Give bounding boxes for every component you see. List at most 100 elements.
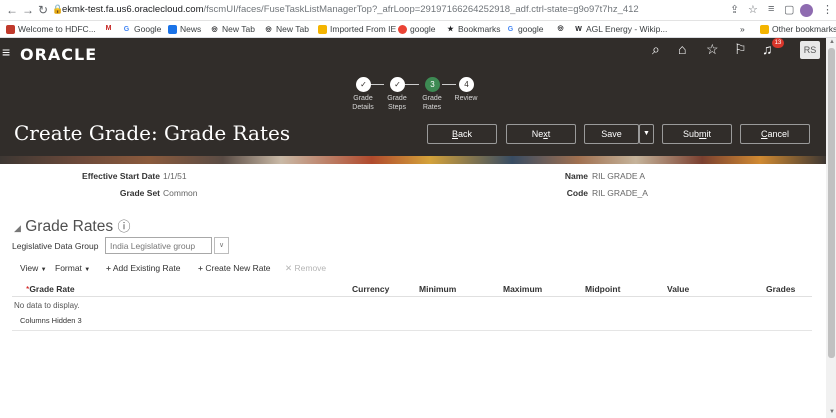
format-menu[interactable]: Format ▼ <box>55 263 90 273</box>
profile-icon[interactable] <box>800 4 813 17</box>
train-label-review: Review <box>446 94 486 103</box>
bookmark-item[interactable]: ◎ <box>556 24 565 33</box>
column-maximum[interactable]: Maximum <box>503 284 542 294</box>
bookmark-item[interactable]: ★ Bookmarks <box>446 24 501 34</box>
code-value: RIL GRADE_A <box>592 188 648 198</box>
add-existing-label: Add Existing Rate <box>112 263 181 273</box>
bookmark-label: AGL Energy - Wikip... <box>586 24 668 34</box>
forward-arrow-icon[interactable]: → <box>22 3 34 17</box>
bookmark-item[interactable]: W AGL Energy - Wikip... <box>574 24 667 34</box>
train-step-done-check-icon[interactable]: ✓ <box>356 77 371 92</box>
reload-icon[interactable]: ↻ <box>38 3 48 17</box>
section-header[interactable]: ◢ Grade Rates ⓘ <box>14 216 130 236</box>
column-midpoint[interactable]: Midpoint <box>585 284 620 294</box>
code-label: Code <box>566 188 588 198</box>
star-icon[interactable]: ☆ <box>748 3 758 16</box>
hamburger-menu-icon[interactable]: ≡ <box>2 44 10 60</box>
scrollbar-thumb[interactable] <box>828 48 835 358</box>
train-label-line: Grade <box>387 95 407 102</box>
effective-start-date-label: Effective Start Date <box>82 171 160 181</box>
bookmark-item[interactable]: News <box>168 24 201 34</box>
menu-kebab-icon[interactable]: ⋮ <box>822 3 833 16</box>
bookmark-hdfc-icon <box>6 24 15 34</box>
avatar[interactable]: RS <box>800 41 820 59</box>
back-arrow-icon[interactable]: ← <box>6 3 18 17</box>
column-label: Grade Rate <box>29 284 75 294</box>
collapse-triangle-icon[interactable]: ◢ <box>14 223 21 233</box>
home-icon[interactable]: ⌂ <box>678 41 686 57</box>
google-icon: G <box>122 24 131 34</box>
plus-icon: + <box>198 263 203 273</box>
train-label-line: Rates <box>422 104 442 111</box>
scroll-up-arrow-icon[interactable]: ▲ <box>829 39 835 45</box>
bookmark-label: New Tab <box>276 24 309 34</box>
save-dropdown-chevron-icon[interactable]: ▼ <box>639 124 654 144</box>
ldg-dropdown-chevron-icon[interactable]: ∨ <box>214 237 229 254</box>
train-step-current[interactable]: 3 <box>425 77 440 92</box>
columns-hidden-count: 3 <box>77 316 82 325</box>
train-step-done-check-icon[interactable]: ✓ <box>390 77 405 92</box>
remove-button[interactable]: ✕ Remove <box>285 263 326 274</box>
notifications-bell-icon[interactable]: ♫ <box>762 41 773 57</box>
plus-icon: + <box>106 263 111 273</box>
column-value[interactable]: Value <box>667 284 689 294</box>
add-existing-rate-button[interactable]: + Add Existing Rate <box>106 263 180 273</box>
bookmark-item[interactable]: M <box>104 24 113 33</box>
view-menu[interactable]: View ▼ <box>20 263 47 273</box>
train-label-line: Review <box>454 95 478 102</box>
bookmark-label: Imported From IE <box>330 24 397 34</box>
page-title: Create Grade: Grade Rates <box>14 121 291 145</box>
sidepanel-icon[interactable]: ▢ <box>784 3 794 16</box>
btn-mnemonic: m <box>699 129 707 139</box>
decorative-banner <box>0 156 826 164</box>
other-bookmarks[interactable]: Other bookmarks <box>760 24 836 34</box>
oracle-header: ≡ ORACLE ⌕ ⌂ ☆ ⚐ ♫ 13 RS ✓ ✓ 3 4 Grade De… <box>0 38 826 156</box>
watchlist-flag-icon[interactable]: ⚐ <box>734 41 747 58</box>
bookmark-item[interactable]: Imported From IE <box>318 24 396 34</box>
cancel-button[interactable]: Cancel <box>740 124 810 144</box>
column-currency[interactable]: Currency <box>352 284 389 294</box>
column-grades[interactable]: Grades <box>766 284 795 294</box>
help-icon[interactable]: ⓘ <box>117 219 130 234</box>
address-bar[interactable]: ekmk-test.fa.us6.oraclecloud.com/fscmUI/… <box>62 4 639 15</box>
grade-set-label: Grade Set <box>119 188 160 198</box>
bookmarks-overflow[interactable]: » <box>740 24 745 34</box>
next-button[interactable]: Next <box>506 124 576 144</box>
table-divider <box>12 330 812 331</box>
share-icon[interactable]: ⇪ <box>730 3 739 16</box>
train-label-line: Steps <box>388 104 406 111</box>
bookmark-item[interactable]: Welcome to HDFC... <box>6 24 96 34</box>
column-grade-rate[interactable]: *Grade Rate <box>26 284 75 294</box>
globe-icon: ◎ <box>264 24 273 34</box>
submit-button[interactable]: Submit <box>662 124 732 144</box>
train-step-todo[interactable]: 4 <box>459 77 474 92</box>
bookmark-item[interactable]: ◎ New Tab <box>264 24 309 34</box>
bookmark-item[interactable]: G Google <box>122 24 161 34</box>
format-label: Format <box>55 263 82 273</box>
grade-set-value: Common <box>163 188 198 198</box>
bookmark-label: Welcome to HDFC... <box>18 24 96 34</box>
column-minimum[interactable]: Minimum <box>419 284 456 294</box>
bookmark-item[interactable]: Ggoogle <box>506 24 544 34</box>
train-connector <box>442 84 456 85</box>
bookmark-label: New Tab <box>222 24 255 34</box>
wikipedia-icon: W <box>574 24 583 34</box>
scroll-down-arrow-icon[interactable]: ▼ <box>829 409 835 415</box>
columns-hidden-status: Columns Hidden 3 <box>20 316 82 325</box>
back-button[interactable]: Back <box>427 124 497 144</box>
create-new-rate-button[interactable]: + Create New Rate <box>198 263 271 273</box>
bookmark-label: News <box>180 24 202 34</box>
effective-start-date-value: 1/1/51 <box>163 171 187 181</box>
table-header: *Grade Rate Currency Minimum Maximum Mid… <box>12 282 812 297</box>
search-icon[interactable]: ⌕ <box>652 41 660 58</box>
bookmark-label: Google <box>134 24 162 34</box>
bookmark-item[interactable]: ◎ New Tab <box>210 24 255 34</box>
favorites-star-icon[interactable]: ☆ <box>706 41 719 58</box>
google-icon: G <box>506 24 515 34</box>
save-button[interactable]: Save <box>584 124 639 144</box>
reading-list-icon[interactable]: ≡ <box>768 3 774 15</box>
btn-text: ancel <box>767 129 789 139</box>
folder-icon <box>760 24 769 34</box>
ldg-input[interactable] <box>105 237 212 254</box>
bookmark-item[interactable]: google <box>398 24 436 34</box>
